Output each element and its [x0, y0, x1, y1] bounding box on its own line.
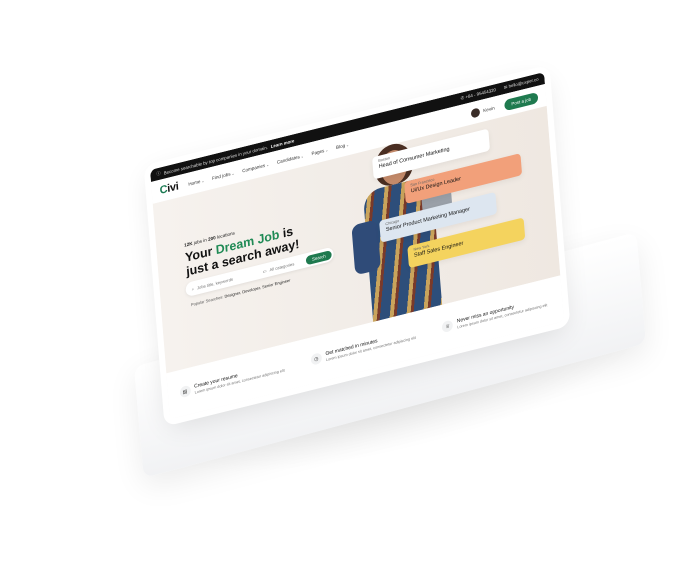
nav-item-companies[interactable]: Companies: [242, 161, 269, 173]
post-a-job-button[interactable]: Post a job: [504, 91, 539, 111]
nav-item-home[interactable]: Home: [188, 177, 204, 186]
document-icon: ▤: [179, 384, 191, 399]
search-button[interactable]: Search: [305, 249, 332, 265]
nav-item-candidates[interactable]: Candidates: [277, 153, 304, 165]
category-placeholder: All categories: [269, 260, 295, 272]
stopwatch-icon: ◷: [310, 352, 323, 366]
keyword-placeholder: Jobs title, keywords: [196, 276, 234, 290]
info-icon: ⓘ: [156, 170, 161, 177]
feature-get-matched: ◷ Get matched in minutes Lorem ipsum dol…: [310, 328, 419, 367]
laptop-mockup: ⓘ Become searchable by top companies in …: [0, 0, 682, 580]
category-select[interactable]: ▭ All categories: [262, 261, 294, 274]
civi-logo[interactable]: Civi: [159, 180, 179, 197]
nav-item-blog[interactable]: Blog: [336, 141, 349, 149]
feature-never-miss: ♕ Never miss an opportunity Lorem ipsum …: [441, 295, 551, 334]
trophy-icon: ♕: [441, 319, 454, 334]
feature-create-resume: ▤ Create your resume Lorem ipsum dolor s…: [179, 361, 288, 400]
folder-icon: ▭: [262, 267, 267, 274]
laptop-screen: ⓘ Become searchable by top companies in …: [150, 72, 564, 420]
popular-searches-label: Popular Searches:: [190, 294, 224, 308]
user-account[interactable]: Kevin: [471, 103, 495, 118]
avatar: [471, 106, 481, 118]
nav-item-find-jobs[interactable]: Find jobs: [212, 170, 235, 181]
user-name: Kevin: [483, 104, 495, 113]
nav-item-pages[interactable]: Pages: [311, 147, 328, 156]
search-icon: ⌕: [191, 285, 195, 292]
